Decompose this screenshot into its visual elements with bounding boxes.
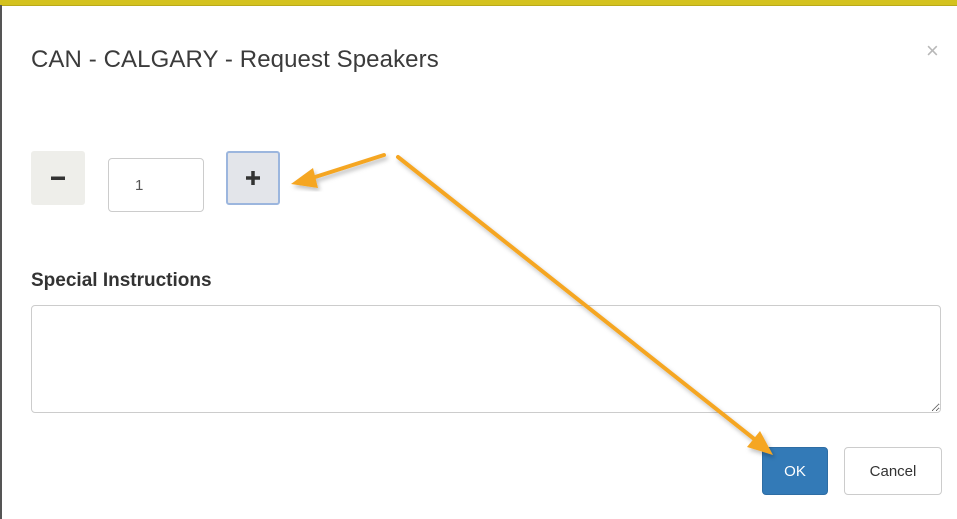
increment-button[interactable]: [226, 151, 280, 205]
ok-button[interactable]: OK: [762, 447, 828, 495]
quantity-input[interactable]: [108, 158, 204, 212]
minus-icon: [51, 176, 65, 180]
request-speakers-modal: [2, 6, 957, 519]
close-icon[interactable]: ×: [926, 40, 939, 62]
special-instructions-field[interactable]: [31, 305, 941, 413]
cancel-button[interactable]: Cancel: [844, 447, 942, 495]
decrement-button[interactable]: [31, 151, 85, 205]
modal-title: CAN - CALGARY - Request Speakers: [31, 46, 439, 73]
special-instructions-label: Special Instructions: [31, 270, 212, 291]
plus-icon: [246, 171, 260, 185]
